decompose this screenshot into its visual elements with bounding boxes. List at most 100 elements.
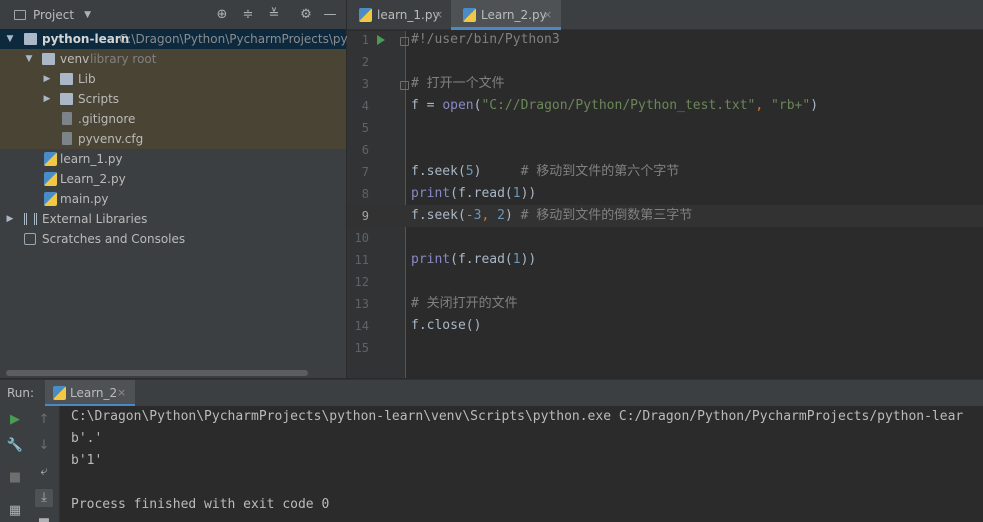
code-token: , <box>481 208 498 223</box>
tab-label: learn_1.py <box>377 8 440 22</box>
python-file-icon <box>463 8 476 22</box>
tab-learn-2[interactable]: Learn_2.py × <box>451 0 561 30</box>
folder-icon <box>60 73 73 85</box>
tree-item-learn-2[interactable]: Learn_2.py <box>0 169 346 189</box>
code-token: # 移动到文件的倒数第三字节 <box>520 208 693 223</box>
hide-panel-icon[interactable]: — <box>322 7 338 23</box>
arrow-down-icon[interactable]: ↓ <box>35 437 53 455</box>
tree-item-pyvenv-cfg[interactable]: pyvenv.cfg <box>0 129 346 149</box>
console-line: C:\Dragon\Python\PycharmProjects\python-… <box>71 409 964 424</box>
code-token: "C://Dragon/Python/Python_test.txt" <box>481 98 756 113</box>
python-file-icon <box>44 172 57 186</box>
expand-all-icon[interactable]: ≑ <box>240 7 256 23</box>
code-token: open <box>442 98 474 113</box>
code-token: 2 <box>497 208 505 223</box>
code-token: f.seek( <box>411 208 466 223</box>
code-line-1: #!/user/bin/Python3 <box>411 32 560 47</box>
line-number: 2 <box>361 55 369 69</box>
code-token: , <box>755 98 772 113</box>
soft-wrap-icon[interactable]: ⤶ <box>35 463 53 481</box>
code-token: (f.read( <box>450 252 513 267</box>
horizontal-scrollbar[interactable] <box>6 370 308 376</box>
tab-label: Learn_2.py <box>481 8 547 22</box>
tree-item-gitignore[interactable]: .gitignore <box>0 109 346 129</box>
folder-icon <box>60 93 73 105</box>
line-number: 10 <box>354 231 369 245</box>
tree-item-label: learn_1.py <box>60 152 123 166</box>
tree-item-label: python-learn <box>42 32 130 46</box>
close-icon[interactable]: × <box>434 0 443 30</box>
line-number: 11 <box>354 253 369 267</box>
run-gutter-icon[interactable] <box>377 35 385 45</box>
chevron-down-icon[interactable]: ▼ <box>24 49 34 69</box>
code-token: 1 <box>512 186 521 201</box>
code-line-3: # 打开一个文件 <box>411 76 505 91</box>
folder-icon <box>24 33 37 45</box>
tab-learn-1[interactable]: learn_1.py × <box>347 0 449 30</box>
code-token: ) <box>810 98 819 113</box>
project-panel-title[interactable]: Project <box>33 8 74 22</box>
wrench-icon[interactable]: 🔧 <box>6 437 24 455</box>
code-line-4: f = open("C://Dragon/Python/Python_test.… <box>411 95 818 117</box>
tree-item-venv[interactable]: ▼ venv library root <box>0 49 346 69</box>
scratches-icon <box>24 233 36 245</box>
line-number: 13 <box>354 297 369 311</box>
chevron-down-icon[interactable]: ▼ <box>5 29 15 49</box>
run-panel-header: Run: Learn_2 × <box>0 379 983 407</box>
python-file-icon <box>53 386 66 400</box>
close-icon[interactable]: × <box>543 0 552 30</box>
code-line-9: f.seek(-3, 2) # 移动到文件的倒数第三字节 <box>411 205 692 227</box>
code-token: ) <box>473 164 521 179</box>
line-number: 14 <box>354 319 369 333</box>
library-icon <box>24 213 37 225</box>
stop-icon[interactable]: ■ <box>6 469 24 487</box>
code-token: print <box>411 186 451 201</box>
layout-icon[interactable]: ▦ <box>6 502 24 520</box>
tree-item-label: External Libraries <box>42 212 148 226</box>
rerun-icon[interactable]: ▶ <box>6 411 24 429</box>
code-token: )) <box>520 186 537 201</box>
code-line-8: print(f.read(1)) <box>411 183 536 205</box>
code-line-7: f.seek(5) # 移动到文件的第六个字节 <box>411 161 679 183</box>
code-token: -3 <box>465 208 482 223</box>
fold-marker-icon[interactable] <box>400 37 409 46</box>
tree-item-label: Learn_2.py <box>60 172 126 186</box>
code-token: 1 <box>512 252 521 267</box>
tree-item-external-libraries[interactable]: ▶ External Libraries <box>0 209 346 229</box>
tree-item-main[interactable]: main.py <box>0 189 346 209</box>
run-tab[interactable]: Learn_2 × <box>45 380 135 407</box>
gear-icon[interactable]: ⚙ <box>298 7 314 23</box>
scroll-to-end-icon[interactable]: ⤓ <box>35 489 53 507</box>
code-token: f.seek( <box>411 164 466 179</box>
python-file-icon <box>359 8 372 22</box>
chevron-right-icon[interactable]: ▶ <box>42 69 52 89</box>
python-file-icon <box>44 192 57 206</box>
project-path: C:\Dragon\Python\PycharmProjects\pytho <box>119 32 368 46</box>
tree-item-scripts[interactable]: ▶ Scripts <box>0 89 346 109</box>
tree-item-label: .gitignore <box>78 112 136 126</box>
line-number: 12 <box>354 275 369 289</box>
tree-item-label: main.py <box>60 192 109 206</box>
line-number: 8 <box>361 187 369 201</box>
tree-item-label: Lib <box>78 72 96 86</box>
chevron-right-icon[interactable]: ▶ <box>5 209 15 229</box>
tree-item-python-learn[interactable]: ▼ python-learn C:\Dragon\Python\PycharmP… <box>0 29 367 49</box>
code-line-14: f.close() <box>411 318 482 333</box>
print-icon[interactable]: ▬ <box>35 512 53 522</box>
arrow-up-icon[interactable]: ↑ <box>35 411 53 429</box>
chevron-right-icon[interactable]: ▶ <box>42 89 52 109</box>
code-token: print <box>411 252 451 267</box>
console-line: b'1' <box>71 453 103 468</box>
tree-item-lib[interactable]: ▶ Lib <box>0 69 346 89</box>
tree-item-learn-1[interactable]: learn_1.py <box>0 149 346 169</box>
line-number: 6 <box>361 143 369 157</box>
file-icon <box>62 112 72 125</box>
chevron-down-icon[interactable]: ▼ <box>84 10 91 20</box>
code-token: f = <box>411 98 443 113</box>
fold-marker-icon[interactable] <box>400 81 409 90</box>
close-icon[interactable]: × <box>117 386 126 399</box>
tree-item-scratches[interactable]: Scratches and Consoles <box>0 229 346 249</box>
locate-icon[interactable]: ⊕ <box>214 7 230 23</box>
python-file-icon <box>44 152 57 166</box>
collapse-all-icon[interactable]: ≚ <box>266 7 282 23</box>
